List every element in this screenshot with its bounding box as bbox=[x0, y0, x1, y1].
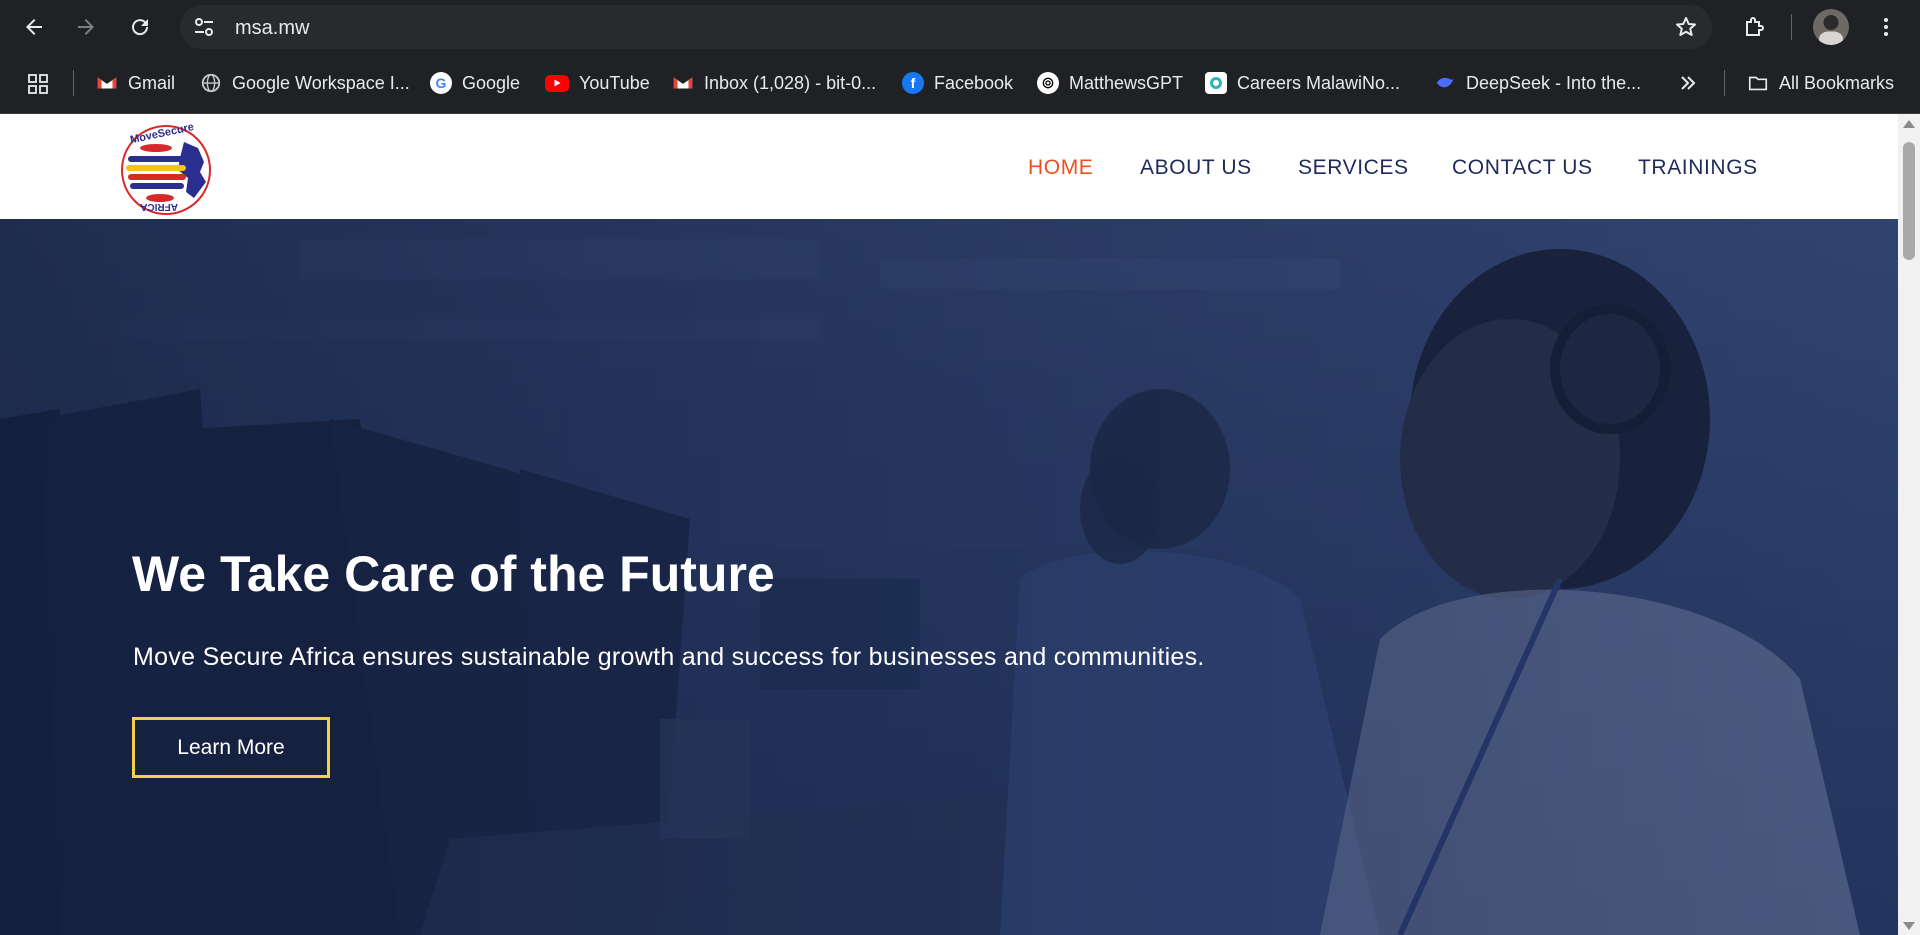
bookmark-label: Google bbox=[462, 72, 521, 93]
hero-title: We Take Care of the Future bbox=[132, 546, 775, 602]
address-bar[interactable]: msa.mw bbox=[180, 5, 1712, 49]
bookmark-careers[interactable]: Careers MalawiNo... bbox=[1205, 68, 1400, 98]
browser-toolbar: msa.mw bbox=[0, 0, 1920, 54]
apps-grid-icon bbox=[28, 74, 48, 94]
bookmark-label: Inbox (1,028) - bit-0... bbox=[704, 72, 877, 93]
globe-icon bbox=[200, 72, 222, 94]
learn-more-button[interactable]: Learn More bbox=[132, 717, 330, 778]
bookmarks-divider bbox=[1724, 70, 1725, 96]
bookmark-label: MatthewsGPT bbox=[1069, 72, 1184, 93]
svg-text:AFRICA: AFRICA bbox=[140, 201, 178, 212]
avatar-icon bbox=[1819, 15, 1843, 45]
bookmark-facebook[interactable]: f Facebook bbox=[902, 68, 1013, 98]
toolbar-divider bbox=[1791, 14, 1792, 40]
profile-avatar[interactable] bbox=[1813, 9, 1849, 45]
bookmark-gmail[interactable]: Gmail bbox=[96, 68, 175, 98]
bookmark-google[interactable]: G Google bbox=[430, 68, 520, 98]
nav-home[interactable]: HOME bbox=[1028, 156, 1093, 180]
scroll-up-arrow-icon[interactable] bbox=[1903, 120, 1915, 128]
extensions-button[interactable] bbox=[1734, 7, 1774, 47]
bookmark-label: Gmail bbox=[128, 72, 176, 93]
site-header: MoveSecure AFRICA HOME ABOUT US SERVICES… bbox=[0, 114, 1898, 219]
hero-subtitle: Move Secure Africa ensures sustainable g… bbox=[133, 643, 1205, 671]
site-info-icon[interactable] bbox=[192, 15, 216, 39]
deepseek-icon bbox=[1434, 72, 1456, 94]
bookmarks-divider bbox=[73, 70, 74, 96]
bookmark-google-workspace[interactable]: Google Workspace I... bbox=[200, 68, 410, 98]
bookmark-label: DeepSeek - Into the... bbox=[1466, 72, 1642, 93]
careers-icon bbox=[1205, 72, 1227, 94]
url-text[interactable]: msa.mw bbox=[235, 17, 309, 40]
all-bookmarks-label: All Bookmarks bbox=[1779, 72, 1895, 93]
youtube-icon bbox=[545, 74, 569, 92]
puzzle-icon bbox=[1746, 17, 1764, 36]
gmail-icon bbox=[672, 72, 694, 94]
apps-button[interactable] bbox=[18, 64, 58, 104]
nav-contact-us[interactable]: CONTACT US bbox=[1452, 156, 1593, 180]
nav-trainings[interactable]: TRAININGS bbox=[1638, 156, 1758, 180]
gmail-icon bbox=[96, 72, 118, 94]
openai-icon bbox=[1037, 72, 1059, 94]
back-arrow-icon bbox=[26, 19, 42, 35]
bookmark-label: Careers MalawiNo... bbox=[1237, 72, 1401, 93]
bookmark-star-icon[interactable] bbox=[1674, 15, 1698, 39]
hero-section: We Take Care of the Future Move Secure A… bbox=[0, 219, 1898, 935]
forward-button[interactable] bbox=[66, 7, 106, 47]
movesecure-logo[interactable]: MoveSecure AFRICA bbox=[116, 120, 222, 216]
nav-about-us[interactable]: ABOUT US bbox=[1140, 156, 1252, 180]
google-icon: G bbox=[430, 72, 452, 94]
bookmark-label: YouTube bbox=[579, 72, 650, 93]
bookmark-matthewsgpt[interactable]: MatthewsGPT bbox=[1037, 68, 1183, 98]
chevron-double-right-icon bbox=[1681, 76, 1696, 90]
scroll-down-arrow-icon[interactable] bbox=[1903, 922, 1915, 930]
page-scrollbar[interactable] bbox=[1898, 114, 1920, 935]
kebab-menu-icon bbox=[1884, 18, 1888, 36]
all-bookmarks-button[interactable]: All Bookmarks bbox=[1747, 68, 1894, 98]
bookmark-youtube[interactable]: YouTube bbox=[545, 68, 650, 98]
menu-button[interactable] bbox=[1866, 7, 1906, 47]
back-button[interactable] bbox=[14, 7, 54, 47]
bookmark-deepseek[interactable]: DeepSeek - Into the... bbox=[1434, 68, 1641, 98]
forward-arrow-icon bbox=[78, 19, 94, 35]
web-page: MoveSecure AFRICA HOME ABOUT US SERVICES… bbox=[0, 114, 1898, 935]
folder-icon bbox=[1747, 72, 1769, 94]
bookmark-inbox[interactable]: Inbox (1,028) - bit-0... bbox=[672, 68, 876, 98]
reload-button[interactable] bbox=[120, 7, 160, 47]
bookmark-label: Facebook bbox=[934, 72, 1014, 93]
scroll-thumb[interactable] bbox=[1903, 142, 1915, 260]
bookmark-label: Google Workspace I... bbox=[232, 72, 410, 93]
reload-icon bbox=[132, 19, 149, 36]
more-bookmarks-button[interactable] bbox=[1668, 63, 1708, 103]
bookmarks-bar: Gmail Google Workspace I... G Google You… bbox=[0, 54, 1920, 114]
facebook-icon: f bbox=[902, 72, 924, 94]
nav-services[interactable]: SERVICES bbox=[1298, 156, 1409, 180]
